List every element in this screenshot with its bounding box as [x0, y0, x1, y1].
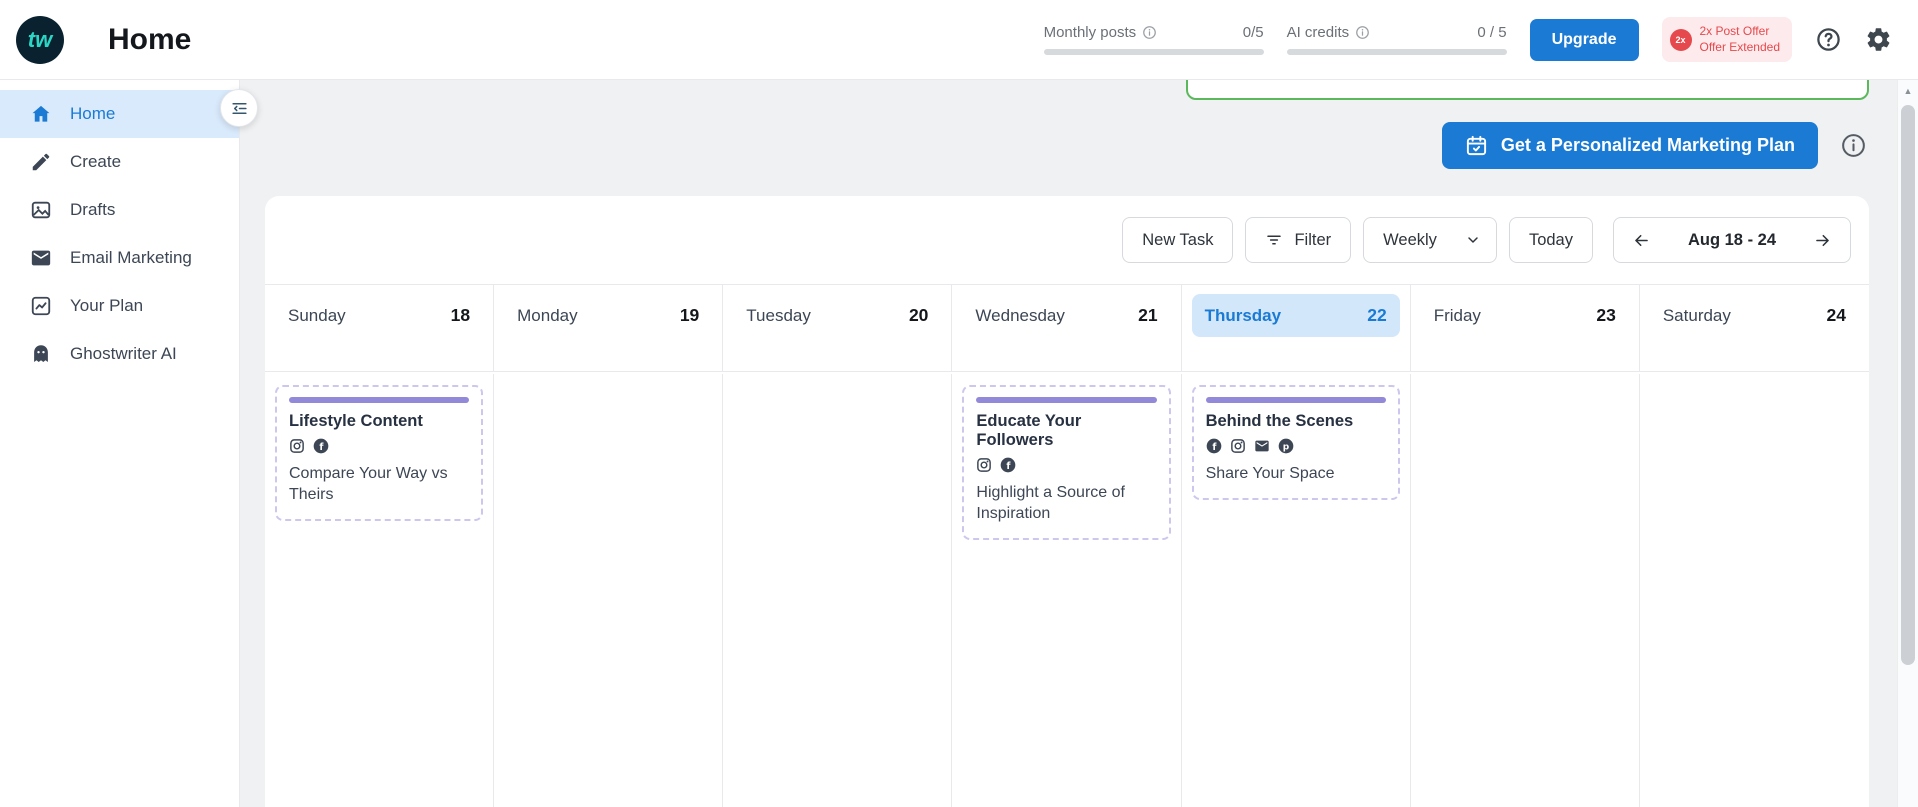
day-header-tuesday: Tuesday 20	[723, 285, 953, 371]
sidebar-item-your-plan[interactable]: Your Plan	[0, 282, 239, 330]
pencil-icon	[32, 153, 50, 171]
day-header-saturday: Saturday 24	[1662, 305, 1846, 325]
sidebar-item-label: Home	[70, 104, 116, 123]
sidebar-item-label: Email Marketing	[70, 248, 192, 267]
sidebar-item-home[interactable]: Home	[0, 90, 239, 138]
offer-badge[interactable]: 2x 2x Post Offer Offer Extended	[1661, 16, 1792, 63]
sidebar-collapse-button[interactable]	[220, 89, 258, 127]
settings-gear-icon[interactable]	[1865, 26, 1892, 53]
task-card[interactable]: Lifestyle Content f Compare Your Way vs …	[275, 385, 484, 521]
day-header-sunday: Sunday 18	[265, 285, 495, 371]
facebook-icon: f	[1206, 438, 1221, 454]
facebook-icon: f	[313, 438, 329, 454]
upgrade-button[interactable]: Upgrade	[1529, 18, 1639, 61]
arrow-right-icon	[1816, 234, 1829, 246]
monthly-posts-progress	[1043, 49, 1264, 55]
day-column-sunday[interactable]: Lifestyle Content f Compare Your Way vs …	[265, 374, 495, 807]
task-card[interactable]: Behind the Scenes f p Share Your Space	[1191, 385, 1400, 500]
help-icon[interactable]	[1815, 26, 1842, 53]
day-column-wednesday[interactable]: Educate Your Followers f Highlight a Sou…	[952, 374, 1182, 807]
chart-icon	[31, 296, 51, 316]
day-header-thursday-today: Thursday 22	[1182, 285, 1411, 371]
day-column-saturday[interactable]	[1640, 374, 1869, 807]
calendar-card: New Task Filter Weekly Today Aug 18 - 24…	[265, 196, 1869, 807]
new-task-button[interactable]: New Task	[1122, 217, 1234, 263]
filter-icon	[1267, 235, 1282, 245]
filter-button[interactable]: Filter	[1245, 217, 1352, 263]
view-select[interactable]: Weekly	[1363, 217, 1497, 263]
day-header-monday: Monday 19	[494, 285, 724, 371]
date-range-label: Aug 18 - 24	[1687, 230, 1776, 249]
svg-text:p: p	[1282, 443, 1289, 453]
offer-2x-icon: 2x	[1669, 28, 1692, 51]
info-icon[interactable]	[1840, 132, 1867, 159]
week-body: Lifestyle Content f Compare Your Way vs …	[265, 374, 1869, 807]
vertical-scrollbar[interactable]: ▲	[1897, 80, 1918, 807]
day-column-friday[interactable]	[1411, 374, 1640, 807]
info-icon[interactable]	[1355, 25, 1370, 40]
info-icon[interactable]	[1142, 25, 1157, 40]
email-icon	[1254, 440, 1269, 452]
image-icon	[31, 201, 51, 219]
sidebar-item-email-marketing[interactable]: Email Marketing	[0, 234, 239, 282]
previous-week-button[interactable]	[1622, 225, 1661, 256]
logo-text: tw	[27, 26, 53, 52]
pinterest-icon: p	[1278, 438, 1293, 454]
home-icon	[32, 105, 50, 122]
day-header-wednesday: Wednesday 21	[952, 285, 1182, 371]
get-marketing-plan-button[interactable]: Get a Personalized Marketing Plan	[1441, 122, 1818, 169]
sidebar-item-drafts[interactable]: Drafts	[0, 186, 239, 234]
chevron-down-icon	[1468, 237, 1478, 243]
calendar-icon	[1466, 135, 1486, 156]
sidebar-item-label: Ghostwriter AI	[70, 344, 177, 363]
scrollbar-up-arrow[interactable]: ▲	[1898, 80, 1918, 102]
day-column-monday[interactable]	[494, 374, 724, 807]
app-window: tw Home Monthly posts 0/5 AI credits 0 /…	[0, 0, 1918, 807]
ai-credits-progress	[1286, 49, 1507, 55]
ghost-icon	[34, 345, 48, 362]
offer-line2: Offer Extended	[1699, 39, 1781, 54]
day-header-friday: Friday 23	[1411, 285, 1640, 371]
calendar-toolbar: New Task Filter Weekly Today Aug 18 - 24	[265, 196, 1869, 284]
sidebar-item-ghostwriter-ai[interactable]: Ghostwriter AI	[0, 330, 239, 378]
sidebar-item-label: Drafts	[70, 200, 116, 219]
arrow-left-icon	[1635, 234, 1648, 246]
app-logo[interactable]: tw	[16, 15, 64, 64]
sidebar-item-label: Create	[70, 152, 122, 171]
instagram-icon	[290, 439, 304, 453]
next-week-button[interactable]	[1803, 225, 1842, 256]
envelope-icon	[31, 250, 51, 266]
ai-credits-usage: AI credits 0 / 5	[1286, 24, 1507, 55]
get-marketing-plan-label: Get a Personalized Marketing Plan	[1500, 135, 1795, 155]
collapse-sidebar-icon	[231, 102, 247, 114]
top-bar-actions: Monthly posts 0/5 AI credits 0 / 5 Upgra…	[1043, 16, 1892, 63]
week-header: Sunday 18 Monday 19 Tuesday 20 Wednesday…	[265, 284, 1869, 372]
sidebar: Home Create Drafts Email Marketing Your …	[0, 80, 258, 807]
page-title: Home	[108, 22, 192, 56]
scrollbar-thumb[interactable]	[1901, 105, 1915, 665]
offer-line1: 2x Post Offer	[1699, 23, 1770, 38]
facebook-icon: f	[1001, 457, 1016, 473]
task-accent-bar	[1205, 397, 1386, 403]
main-content: Get a Personalized Marketing Plan New Ta…	[240, 54, 1897, 807]
day-column-thursday[interactable]: Behind the Scenes f p Share Your Space	[1182, 374, 1411, 807]
task-accent-bar	[976, 397, 1157, 403]
ai-credits-label: AI credits	[1286, 24, 1350, 41]
sidebar-item-label: Your Plan	[70, 296, 144, 315]
marketing-plan-row: Get a Personalized Marketing Plan	[1441, 122, 1867, 169]
week-navigator: Aug 18 - 24	[1612, 217, 1851, 263]
task-card[interactable]: Educate Your Followers f Highlight a Sou…	[962, 385, 1171, 540]
top-bar: tw Home Monthly posts 0/5 AI credits 0 /…	[0, 0, 1918, 80]
instagram-icon	[977, 458, 992, 472]
monthly-posts-usage: Monthly posts 0/5	[1043, 24, 1264, 55]
monthly-posts-label: Monthly posts	[1043, 24, 1137, 41]
today-button[interactable]: Today	[1508, 217, 1593, 263]
instagram-icon	[1230, 439, 1245, 453]
task-accent-bar	[289, 397, 470, 403]
ai-credits-count: 0 / 5	[1477, 24, 1507, 41]
monthly-posts-count: 0/5	[1242, 24, 1264, 41]
sidebar-item-create[interactable]: Create	[0, 138, 239, 186]
day-column-tuesday[interactable]	[723, 374, 953, 807]
